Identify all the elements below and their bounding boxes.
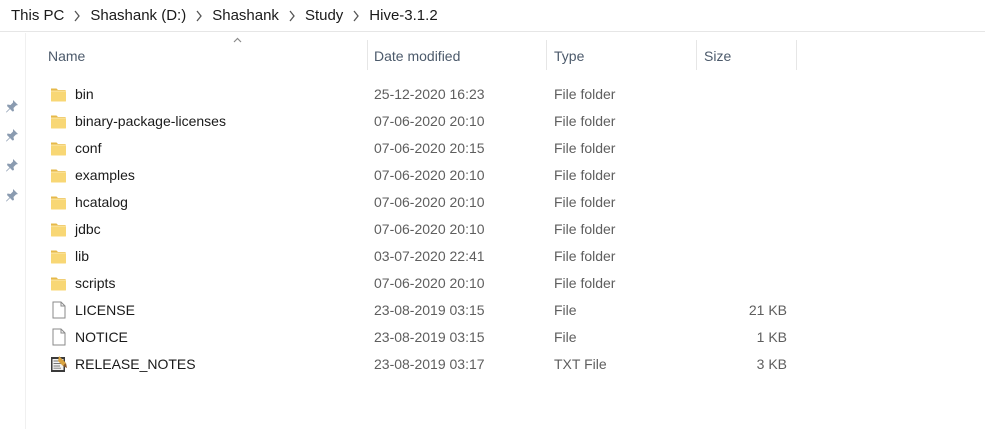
file-date-modified: 03-07-2020 22:41 <box>374 248 485 264</box>
file-name[interactable]: scripts <box>75 269 115 297</box>
pin-icon[interactable] <box>5 188 19 202</box>
file-size: 3 KB <box>756 356 787 372</box>
folder-icon <box>50 220 68 238</box>
list-item[interactable]: bin 25-12-2020 16:23 File folder <box>36 80 796 107</box>
file-date-modified: 07-06-2020 20:10 <box>374 113 485 129</box>
folder-icon <box>50 139 68 157</box>
breadcrumb-drive[interactable]: Shashank (D:) <box>88 7 188 24</box>
column-divider[interactable] <box>796 40 797 70</box>
chevron-right-icon[interactable] <box>345 7 367 24</box>
file-size: 21 KB <box>748 302 787 318</box>
breadcrumb-this-pc[interactable]: This PC <box>9 7 66 24</box>
pin-icon[interactable] <box>5 99 19 113</box>
file-date-modified: 23-08-2019 03:17 <box>374 356 485 372</box>
list-item[interactable]: conf 07-06-2020 20:15 File folder <box>36 134 796 161</box>
list-item[interactable]: hcatalog 07-06-2020 20:10 File folder <box>36 188 796 215</box>
list-item[interactable]: RELEASE_NOTES 23-08-2019 03:17 TXT File 3 K… <box>36 350 796 377</box>
file-date-modified: 07-06-2020 20:10 <box>374 167 485 183</box>
list-item[interactable]: NOTICE 23-08-2019 03:15 File 1 KB <box>36 323 796 350</box>
folder-icon <box>50 166 68 184</box>
file-name[interactable]: binary-package-licenses <box>75 107 226 135</box>
file-date-modified: 07-06-2020 20:10 <box>374 275 485 291</box>
file-icon <box>50 301 68 319</box>
file-name[interactable]: bin <box>75 80 94 108</box>
file-type: File folder <box>554 113 616 129</box>
file-name[interactable]: LICENSE <box>75 296 135 324</box>
column-name[interactable]: Name <box>36 40 367 70</box>
breadcrumb-study[interactable]: Study <box>303 7 345 24</box>
breadcrumb-hive[interactable]: Hive-3.1.2 <box>367 7 439 24</box>
list-item[interactable]: scripts 07-06-2020 20:10 File folder <box>36 269 796 296</box>
file-name[interactable]: jdbc <box>75 215 101 243</box>
file-date-modified: 23-08-2019 03:15 <box>374 302 485 318</box>
list-item[interactable]: binary-package-licenses 07-06-2020 20:10 F… <box>36 107 796 134</box>
file-type: File folder <box>554 140 616 156</box>
list-item[interactable]: examples 07-06-2020 20:10 File folder <box>36 161 796 188</box>
breadcrumb-shashank[interactable]: Shashank <box>210 7 281 24</box>
file-date-modified: 07-06-2020 20:10 <box>374 221 485 237</box>
list-item[interactable]: LICENSE 23-08-2019 03:15 File 21 KB <box>36 296 796 323</box>
column-size[interactable]: Size <box>692 40 796 70</box>
chevron-right-icon[interactable] <box>188 7 210 24</box>
file-name[interactable]: RELEASE_NOTES <box>75 350 196 378</box>
file-type: File <box>554 302 577 318</box>
pin-icon[interactable] <box>5 128 19 142</box>
pin-icon[interactable] <box>5 158 19 172</box>
text-file-icon <box>50 355 68 373</box>
file-list: bin 25-12-2020 16:23 File folder binary-pac… <box>36 80 796 377</box>
column-header: Name Date modified Type Size <box>36 33 797 71</box>
list-item[interactable]: lib 03-07-2020 22:41 File folder <box>36 242 796 269</box>
folder-icon <box>50 112 68 130</box>
file-date-modified: 25-12-2020 16:23 <box>374 86 485 102</box>
folder-icon <box>50 247 68 265</box>
file-type: File folder <box>554 167 616 183</box>
file-type: File folder <box>554 86 616 102</box>
file-name[interactable]: examples <box>75 161 135 189</box>
file-type: File <box>554 329 577 345</box>
folder-icon <box>50 193 68 211</box>
file-size: 1 KB <box>756 329 787 345</box>
file-icon <box>50 328 68 346</box>
file-name[interactable]: lib <box>75 242 89 270</box>
quick-access-strip <box>0 33 26 429</box>
column-type[interactable]: Type <box>542 40 696 70</box>
file-type: File folder <box>554 194 616 210</box>
folder-icon <box>50 85 68 103</box>
folder-icon <box>50 274 68 292</box>
file-type: TXT File <box>554 356 607 372</box>
file-type: File folder <box>554 248 616 264</box>
file-date-modified: 23-08-2019 03:15 <box>374 329 485 345</box>
file-name[interactable]: hcatalog <box>75 188 128 216</box>
column-date-modified[interactable]: Date modified <box>362 40 546 70</box>
file-date-modified: 07-06-2020 20:15 <box>374 140 485 156</box>
file-type: File folder <box>554 275 616 291</box>
file-date-modified: 07-06-2020 20:10 <box>374 194 485 210</box>
chevron-right-icon[interactable] <box>66 7 88 24</box>
list-item[interactable]: jdbc 07-06-2020 20:10 File folder <box>36 215 796 242</box>
file-type: File folder <box>554 221 616 237</box>
chevron-right-icon[interactable] <box>281 7 303 24</box>
file-name[interactable]: NOTICE <box>75 323 128 351</box>
breadcrumb: This PC Shashank (D:) Shashank Study Hiv… <box>0 0 985 32</box>
file-name[interactable]: conf <box>75 134 101 162</box>
